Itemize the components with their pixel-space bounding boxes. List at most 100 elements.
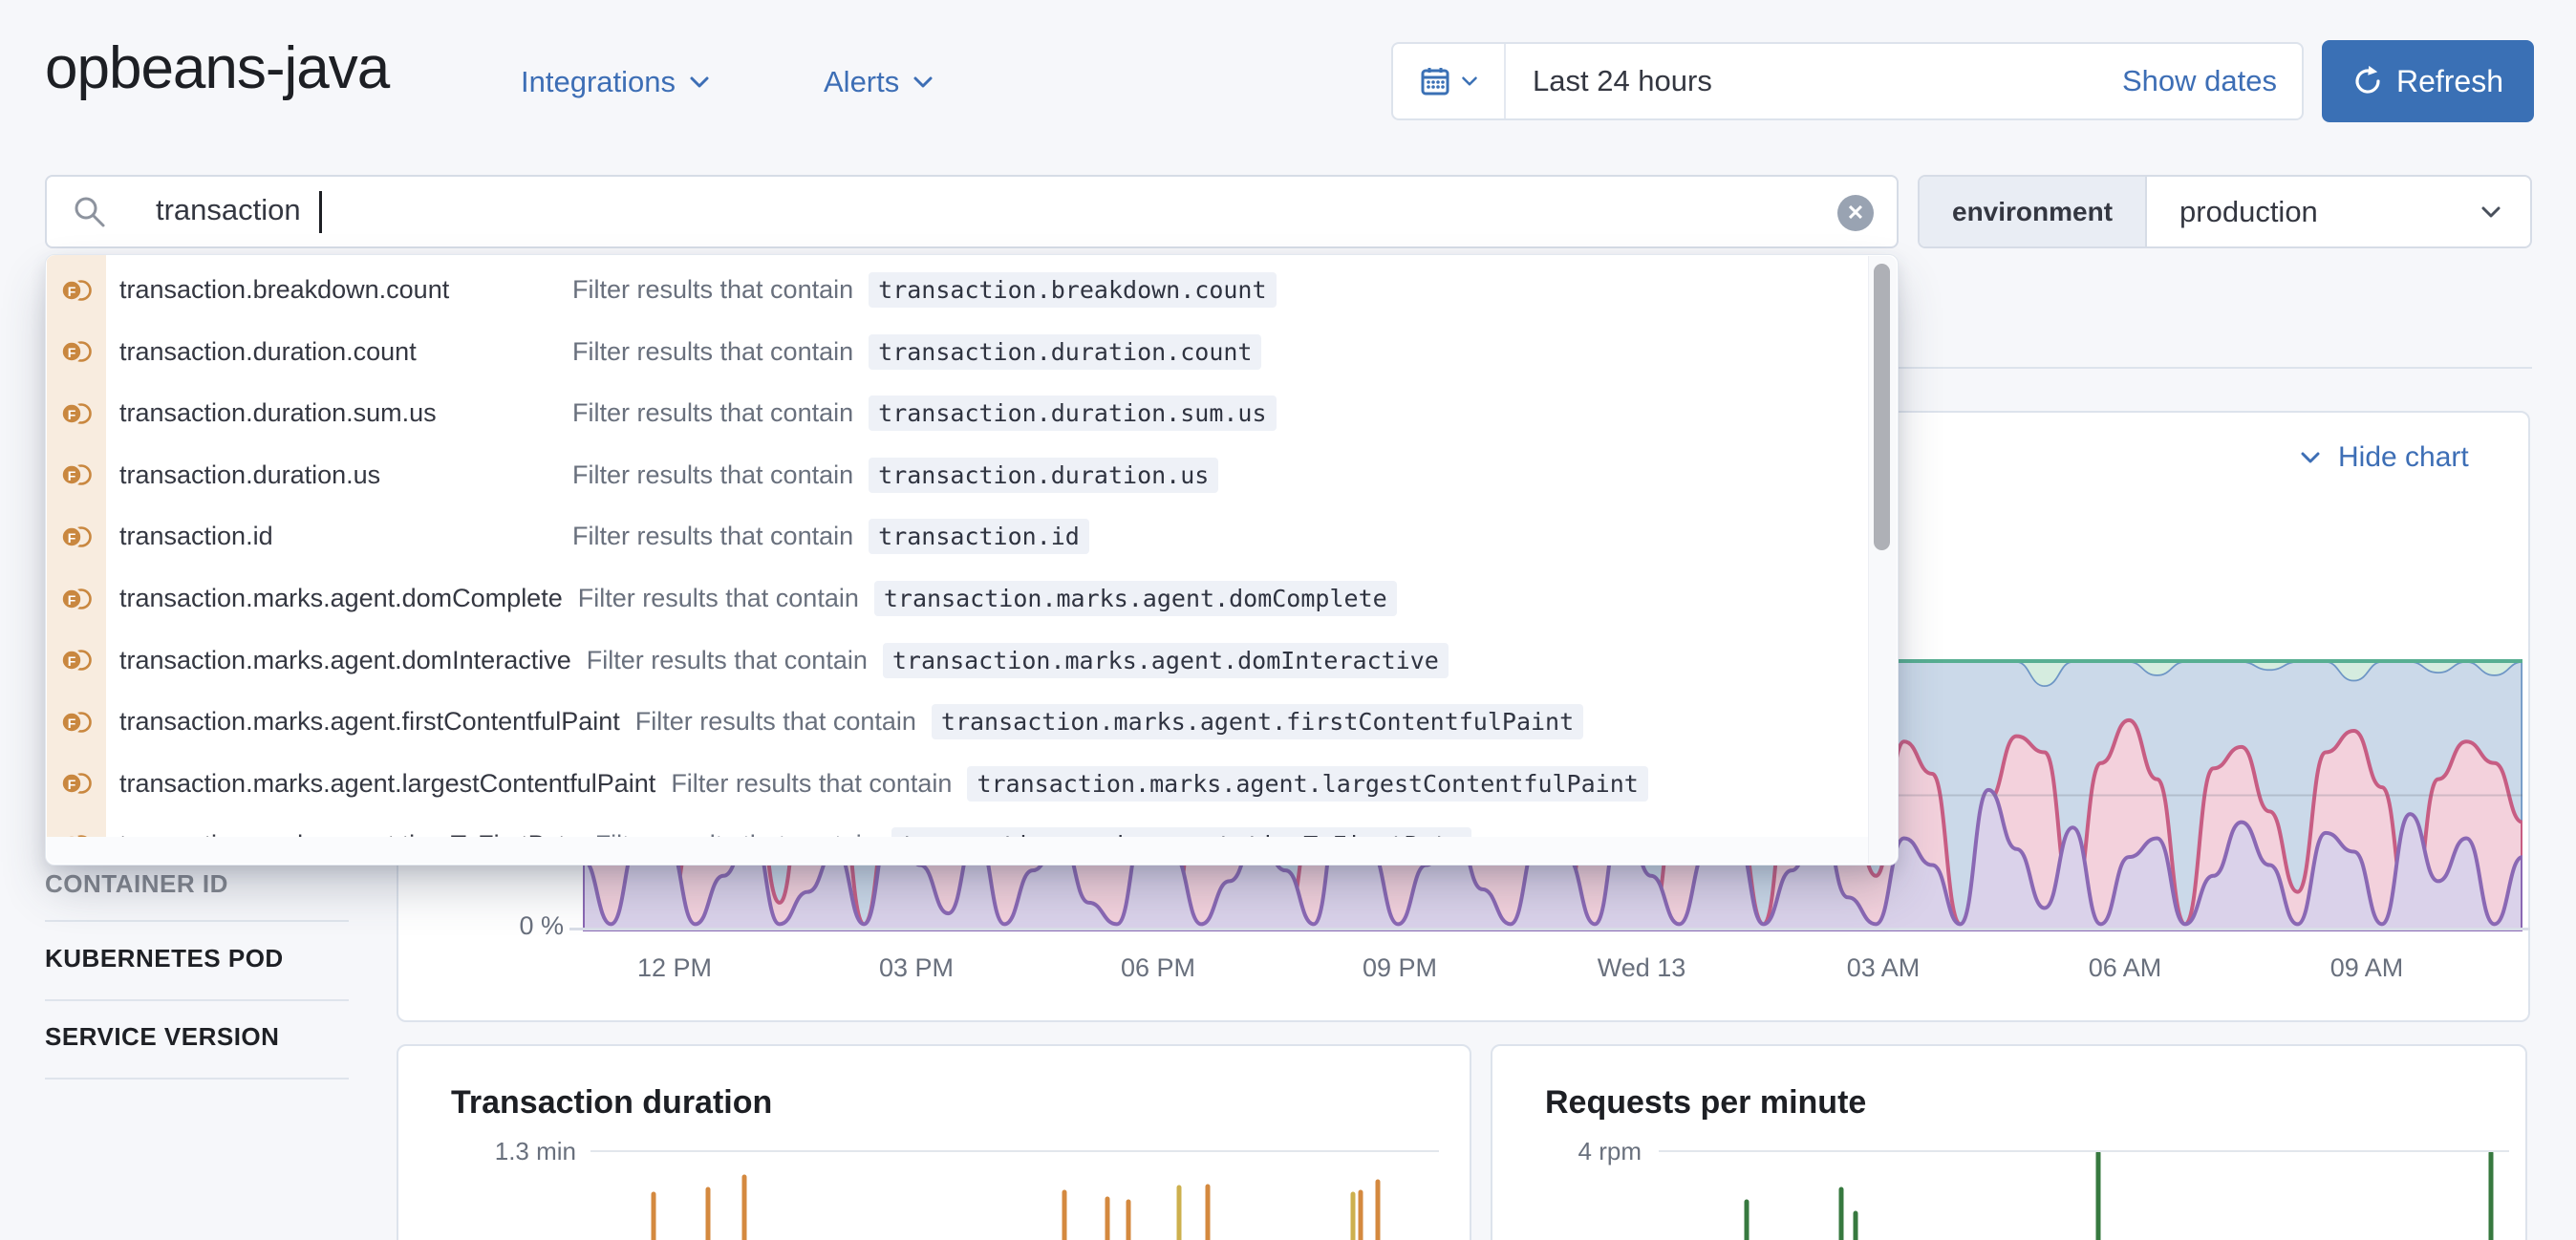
clear-search-button[interactable]: ✕ [1837, 195, 1874, 231]
gridline [590, 1150, 1439, 1152]
alerts-menu-label: Alerts [824, 65, 899, 99]
kql-field-token-icon: F [60, 335, 93, 368]
suggestion-row[interactable]: F transaction.marks.agent.domComplete Fi… [47, 567, 1867, 630]
suggestion-hint: Filter results that contain [578, 584, 859, 613]
chevron-down-icon [689, 75, 710, 89]
x-axis-tick-label: 09 PM [1363, 953, 1437, 983]
chevron-down-icon [2298, 451, 2323, 464]
suggestions-list: F transaction.breakdown.count Filter res… [46, 255, 1898, 840]
sidebar-item-container-id: CONTAINER ID [45, 869, 228, 899]
x-axis-tick-label: 12 PM [637, 953, 712, 983]
y-axis-zero-label: 0 % [487, 911, 564, 941]
suggestion-field-name: transaction.duration.count [119, 337, 557, 367]
date-quick-select-button[interactable] [1393, 44, 1506, 118]
svg-text:F: F [68, 345, 76, 360]
refresh-icon [2352, 66, 2383, 96]
suggestion-hint: Filter results that contain [572, 398, 853, 428]
suggestion-field-name: transaction.duration.us [119, 460, 557, 490]
suggestion-row[interactable]: F transaction.duration.count Filter resu… [47, 321, 1867, 383]
card-title: Transaction duration [451, 1084, 772, 1122]
suggestion-field-chip: transaction.duration.sum.us [869, 396, 1276, 431]
time-range-value[interactable]: Last 24 hours [1533, 64, 1712, 98]
suggestion-field-chip: transaction.id [869, 519, 1089, 554]
suggestion-hint: Filter results that contain [572, 460, 853, 490]
suggestion-row[interactable]: F transaction.duration.us Filter results… [47, 444, 1867, 506]
x-axis-line [569, 928, 2530, 930]
environment-select[interactable]: environment production [1918, 175, 2532, 248]
hide-chart-toggle[interactable]: Hide chart [2298, 441, 2469, 474]
suggestion-hint: Filter results that contain [572, 337, 853, 367]
kql-field-token-icon: F [60, 583, 93, 615]
x-axis-tick-label: 03 AM [1847, 953, 1921, 983]
suggestion-field-name: transaction.marks.agent.domInteractive [119, 646, 571, 675]
x-axis-tick-label: 06 AM [2089, 953, 2162, 983]
alerts-menu[interactable]: Alerts [824, 65, 934, 99]
card-title: Requests per minute [1545, 1084, 1866, 1122]
svg-text:F: F [68, 284, 76, 299]
kql-field-token-icon: F [60, 397, 93, 430]
suggestion-field-name: transaction.id [119, 522, 557, 551]
chevron-down-icon [1461, 75, 1478, 88]
requests-per-minute-chart[interactable] [1653, 1152, 2522, 1240]
suggestion-field-chip: transaction.duration.count [869, 334, 1261, 370]
refresh-button-label: Refresh [2396, 64, 2503, 99]
scrollbar-thumb[interactable] [1874, 264, 1890, 550]
kql-field-token-icon: F [60, 644, 93, 676]
suggestion-hint: Filter results that contain [635, 707, 916, 737]
suggestion-hint: Filter results that contain [572, 275, 853, 305]
chevron-down-icon [2479, 177, 2530, 246]
kql-field-token-icon: F [60, 767, 93, 800]
svg-text:F: F [68, 468, 76, 483]
suggestion-row[interactable]: F transaction.marks.agent.firstContentfu… [47, 691, 1867, 753]
suggestion-field-name: transaction.marks.agent.firstContentfulP… [119, 707, 620, 737]
show-dates-link[interactable]: Show dates [2122, 64, 2277, 98]
suggestion-row[interactable]: F transaction.duration.sum.us Filter res… [47, 382, 1867, 444]
svg-text:F: F [68, 530, 76, 545]
scrollbar-track[interactable] [1868, 256, 1897, 864]
suggestion-field-chip: transaction.duration.us [869, 458, 1218, 493]
suggestion-row[interactable]: F transaction.breakdown.count Filter res… [47, 259, 1867, 321]
kql-field-token-icon: F [60, 459, 93, 491]
dropdown-footer [47, 837, 1897, 864]
calendar-icon [1419, 64, 1453, 98]
divider [45, 920, 349, 922]
suggestion-row[interactable]: F transaction.marks.agent.domInteractive… [47, 630, 1867, 692]
integrations-menu[interactable]: Integrations [521, 65, 710, 99]
svg-text:F: F [68, 592, 76, 608]
suggestion-field-chip: transaction.marks.agent.firstContentfulP… [932, 704, 1583, 739]
divider [45, 999, 349, 1001]
duration-tick-label: 1.3 min [449, 1137, 576, 1166]
x-axis-tick-label: Wed 13 [1598, 953, 1686, 983]
environment-select-label: environment [1920, 177, 2147, 246]
transaction-duration-chart[interactable] [588, 1156, 1443, 1240]
search-icon [72, 194, 110, 232]
suggestion-hint: Filter results that contain [587, 646, 868, 675]
suggestion-field-chip: transaction.marks.agent.domComplete [874, 581, 1397, 616]
integrations-menu-label: Integrations [521, 65, 676, 99]
kql-search-bar[interactable]: transaction ✕ [45, 175, 1899, 248]
page-title: opbeans-java [45, 34, 389, 102]
suggestion-row[interactable]: F transaction.id Filter results that con… [47, 505, 1867, 567]
suggestion-field-name: transaction.marks.agent.domComplete [119, 584, 563, 613]
search-input-value: transaction [156, 193, 301, 227]
x-axis-tick-label: 03 PM [879, 953, 954, 983]
refresh-button[interactable]: Refresh [2322, 40, 2534, 122]
suggestion-row[interactable]: F transaction.marks.agent.largestContent… [47, 753, 1867, 815]
suggestion-row[interactable]: F transaction.marks.agent.timeToFirstByt… [47, 814, 1867, 840]
svg-text:F: F [68, 407, 76, 422]
suggestion-hint: Filter results that contain [671, 769, 952, 799]
suggestion-field-chip: transaction.marks.agent.largestContentfu… [967, 766, 1647, 802]
kql-field-token-icon: F [60, 274, 93, 307]
suggestion-field-name: transaction.breakdown.count [119, 275, 557, 305]
suggestion-field-chip: transaction.marks.agent.domInteractive [883, 643, 1449, 678]
rpm-tick-label: 4 rpm [1529, 1137, 1642, 1166]
svg-text:F: F [68, 716, 76, 731]
chevron-down-icon [912, 75, 934, 89]
sidebar-item-service-version: SERVICE VERSION [45, 1022, 279, 1052]
suggestion-field-chip: transaction.breakdown.count [869, 272, 1276, 308]
x-axis-tick-label: 09 AM [2330, 953, 2404, 983]
hide-chart-label: Hide chart [2338, 441, 2469, 474]
kql-field-token-icon: F [60, 521, 93, 553]
kql-suggestions-dropdown: F transaction.breakdown.count Filter res… [45, 254, 1899, 866]
suggestion-field-name: transaction.duration.sum.us [119, 398, 557, 428]
